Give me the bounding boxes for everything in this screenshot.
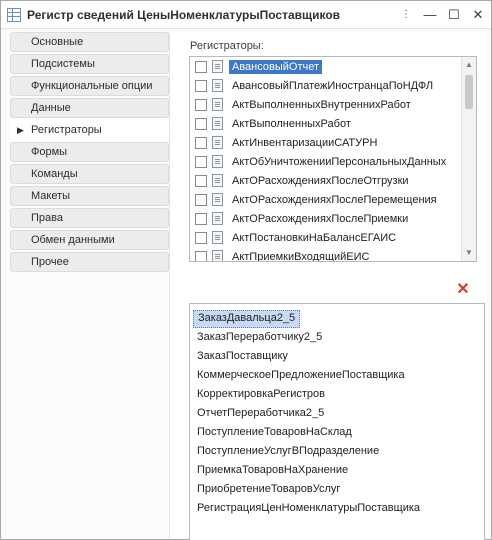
registrator-checkbox[interactable] [195, 231, 207, 244]
registrator-checkbox[interactable] [195, 136, 207, 149]
registrators-rows: АвансовыйОтчет АвансовыйПлатежИностранца… [190, 57, 460, 262]
registrator-name: АктОРасхожденияхПослеПеремещения [232, 193, 437, 206]
document-icon [212, 174, 223, 187]
list-item[interactable]: ЗаказПоставщику [193, 348, 292, 366]
tab-label: Функциональные опции [31, 80, 153, 92]
registrator-checkbox[interactable] [195, 98, 207, 111]
document-icon [212, 79, 223, 92]
document-icon [212, 193, 223, 206]
close-button[interactable]: ✕ [467, 4, 489, 26]
list-item[interactable]: КоммерческоеПредложениеПоставщика [193, 367, 409, 385]
tab-label: Права [31, 212, 63, 224]
registrator-checkbox[interactable] [195, 155, 207, 168]
register-icon [7, 7, 21, 22]
tab-label: Прочее [31, 256, 69, 268]
tab-label: Подсистемы [31, 58, 95, 70]
tab-label: Формы [31, 146, 68, 158]
tab-label: Обмен данными [31, 234, 115, 246]
registrator-name: АктПриемкиВходящийЕИС [232, 250, 370, 262]
registrator-name: АктИнвентаризацииСАТУРН [232, 136, 378, 149]
registrator-name: АктОРасхожденияхПослеПриемки [232, 212, 409, 225]
list-item[interactable]: АктВыполненныхВнутреннихРабот [190, 95, 460, 114]
selected-registrators-list[interactable]: ЗаказДавальца2_5 ЗаказПереработчику2_5 З… [189, 303, 485, 540]
list-item[interactable]: АктПостановкиНаБалансЕГАИС [190, 228, 460, 247]
list-item[interactable]: ПоступлениеУслугВПодразделение [193, 443, 383, 461]
list-item[interactable]: ЗаказПереработчику2_5 [193, 329, 326, 347]
registrators-label: Регистраторы: [190, 40, 264, 52]
tab-label: Основные [31, 36, 84, 48]
list-item[interactable]: ЗаказДавальца2_5 [193, 310, 301, 328]
document-icon [212, 231, 223, 244]
tab-data-exchange[interactable]: Обмен данными [10, 230, 169, 250]
more-menu-button[interactable]: ⋮ [395, 4, 417, 26]
registrator-checkbox[interactable] [195, 212, 207, 225]
registrator-name: АктПостановкиНаБалансЕГАИС [232, 231, 397, 244]
registrator-checkbox[interactable] [195, 193, 207, 206]
registrator-name: АктВыполненныхРабот [232, 117, 351, 130]
list-item[interactable]: РегистрацияЦенНоменклатурыПоставщика [193, 500, 424, 518]
tab-label: Макеты [31, 190, 71, 202]
list-item[interactable]: ОтчетПереработчика2_5 [193, 405, 328, 423]
scroll-thumb[interactable] [465, 75, 473, 109]
registrator-checkbox[interactable] [195, 60, 207, 73]
list-item[interactable]: АктОбУничтоженииПерсональныхДанных [190, 152, 460, 171]
list-item[interactable]: АвансовыйОтчет [190, 57, 460, 76]
document-icon [212, 60, 223, 73]
tab-functional-options[interactable]: Функциональные опции [10, 76, 169, 96]
registrator-checkbox[interactable] [195, 117, 207, 130]
minimize-button[interactable]: — [419, 4, 441, 26]
tab-subsystems[interactable]: Подсистемы [10, 54, 169, 74]
tab-label: Команды [31, 168, 78, 180]
list-item[interactable]: АктВыполненныхРабот [190, 114, 460, 133]
registrator-checkbox[interactable] [195, 174, 207, 187]
list-item[interactable]: ПриемкаТоваровНаХранение [193, 462, 352, 480]
registrator-name: АвансовыйОтчет [229, 59, 323, 74]
scroll-up-icon[interactable]: ▲ [462, 58, 476, 72]
tab-registrators[interactable]: ▶ Регистраторы [10, 120, 169, 140]
document-icon [212, 98, 223, 111]
tab-main[interactable]: Основные [10, 32, 169, 52]
document-icon [212, 212, 223, 225]
document-icon [212, 136, 223, 149]
tab-label: Регистраторы [31, 124, 102, 136]
registrator-name: АктОбУничтоженииПерсональныхДанных [232, 155, 447, 168]
registrator-name: АктВыполненныхВнутреннихРабот [232, 98, 411, 111]
registrator-name: АктОРасхожденияхПослеОтгрузки [232, 174, 409, 187]
registrator-checkbox[interactable] [195, 250, 207, 261]
document-icon [212, 155, 223, 168]
tab-rights[interactable]: Права [10, 208, 169, 228]
delete-icon[interactable]: ✕ [455, 282, 471, 298]
registrators-list[interactable]: АвансовыйОтчет АвансовыйПлатежИностранца… [189, 56, 477, 262]
tab-commands[interactable]: Команды [10, 164, 169, 184]
list-item[interactable]: ПоступлениеТоваровНаСклад [193, 424, 356, 442]
tab-forms[interactable]: Формы [10, 142, 169, 162]
registrator-checkbox[interactable] [195, 79, 207, 92]
window-title: Регистр сведений ЦеныНоменклатурыПоставщ… [27, 7, 341, 22]
scroll-down-icon[interactable]: ▼ [462, 246, 476, 260]
list-item[interactable]: АвансовыйПлатежИностранцаПоНДФЛ [190, 76, 460, 95]
maximize-button[interactable]: ☐ [443, 4, 465, 26]
list-item[interactable]: АктОРасхожденияхПослеПриемки [190, 209, 460, 228]
document-icon [212, 117, 223, 130]
list-item[interactable]: АктОРасхожденияхПослеОтгрузки [190, 171, 460, 190]
list-item[interactable]: АктИнвентаризацииСАТУРН [190, 133, 460, 152]
active-tab-arrow-icon: ▶ [17, 125, 24, 135]
document-icon [212, 250, 223, 261]
tab-data[interactable]: Данные [10, 98, 169, 118]
tab-label: Данные [31, 102, 71, 114]
registrators-scrollbar[interactable]: ▲ ▼ [461, 57, 476, 261]
tab-other[interactable]: Прочее [10, 252, 169, 272]
list-item[interactable]: КорректировкаРегистров [193, 386, 329, 404]
list-item[interactable]: АктОРасхожденияхПослеПеремещения [190, 190, 460, 209]
tab-templates[interactable]: Макеты [10, 186, 169, 206]
property-tabs: Основные Подсистемы Функциональные опции… [10, 32, 169, 274]
registrator-name: АвансовыйПлатежИностранцаПоНДФЛ [232, 79, 434, 92]
list-item[interactable]: АктПриемкиВходящийЕИС [190, 247, 460, 262]
title-bar: Регистр сведений ЦеныНоменклатурыПоставщ… [1, 1, 491, 29]
list-item[interactable]: ПриобретениеТоваровУслуг [193, 481, 344, 499]
